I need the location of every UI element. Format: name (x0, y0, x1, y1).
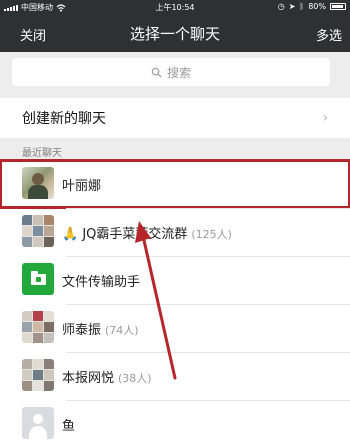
chat-name: 叶丽娜 (62, 179, 102, 194)
search-placeholder: 搜索 (166, 65, 191, 80)
file-transfer-icon (22, 263, 54, 295)
group-avatar (22, 359, 54, 391)
member-count: (38人) (118, 372, 152, 385)
status-bar: 中国移动 上午10:54 ◷ ➤ ᛒ 80% (0, 0, 350, 14)
chat-name: 文件传输助手 (62, 275, 141, 290)
chat-item[interactable]: 鱼 (0, 400, 350, 447)
search-bar: 搜索 (0, 52, 350, 92)
avatar (22, 167, 54, 199)
chat-name: 鱼 (62, 419, 76, 434)
chevron-right-icon: › (322, 110, 328, 126)
search-input[interactable]: 搜索 (12, 58, 330, 86)
location-icon: ➤ (288, 2, 296, 11)
status-right: ◷ ➤ ᛒ 80% (278, 2, 346, 11)
nav-bar: 关闭 选择一个聊天 多选 (0, 14, 350, 52)
search-icon (151, 67, 162, 78)
member-count: (125人) (191, 228, 232, 241)
battery-level (332, 5, 344, 8)
group-avatar (22, 311, 54, 343)
group-avatar (22, 215, 54, 247)
chat-name: 师泰振 (62, 323, 102, 338)
create-new-chat-label: 创建新的聊天 (22, 111, 106, 127)
page-title: 选择一个聊天 (129, 25, 220, 43)
battery-icon (330, 3, 346, 10)
recent-chats-list: 叶丽娜 🙏 JQ霸手菜蔬交流群 (125人) 文件传输助手 师泰振 (74人) 本报… (0, 159, 350, 447)
chat-item[interactable]: 文件传输助手 (0, 256, 350, 304)
bluetooth-icon: ᛒ (299, 2, 305, 11)
chat-item[interactable]: 🙏 JQ霸手菜蔬交流群 (125人) (0, 208, 350, 256)
chat-item[interactable]: 叶丽娜 (0, 159, 350, 209)
avatar (22, 407, 54, 439)
chat-name: 🙏 JQ霸手菜蔬交流群 (62, 227, 188, 242)
recent-chats-header: 最近聊天 (22, 148, 62, 159)
create-new-chat-item[interactable]: 创建新的聊天 › (0, 98, 350, 138)
chat-item[interactable]: 本报网悦 (38人) (0, 352, 350, 400)
battery-percent: 80% (308, 2, 326, 11)
chat-name: 本报网悦 (62, 371, 115, 386)
chat-item[interactable]: 师泰振 (74人) (0, 304, 350, 352)
multi-select-button[interactable]: 多选 (316, 25, 342, 44)
member-count: (74人) (105, 324, 139, 337)
alarm-icon: ◷ (277, 2, 285, 11)
